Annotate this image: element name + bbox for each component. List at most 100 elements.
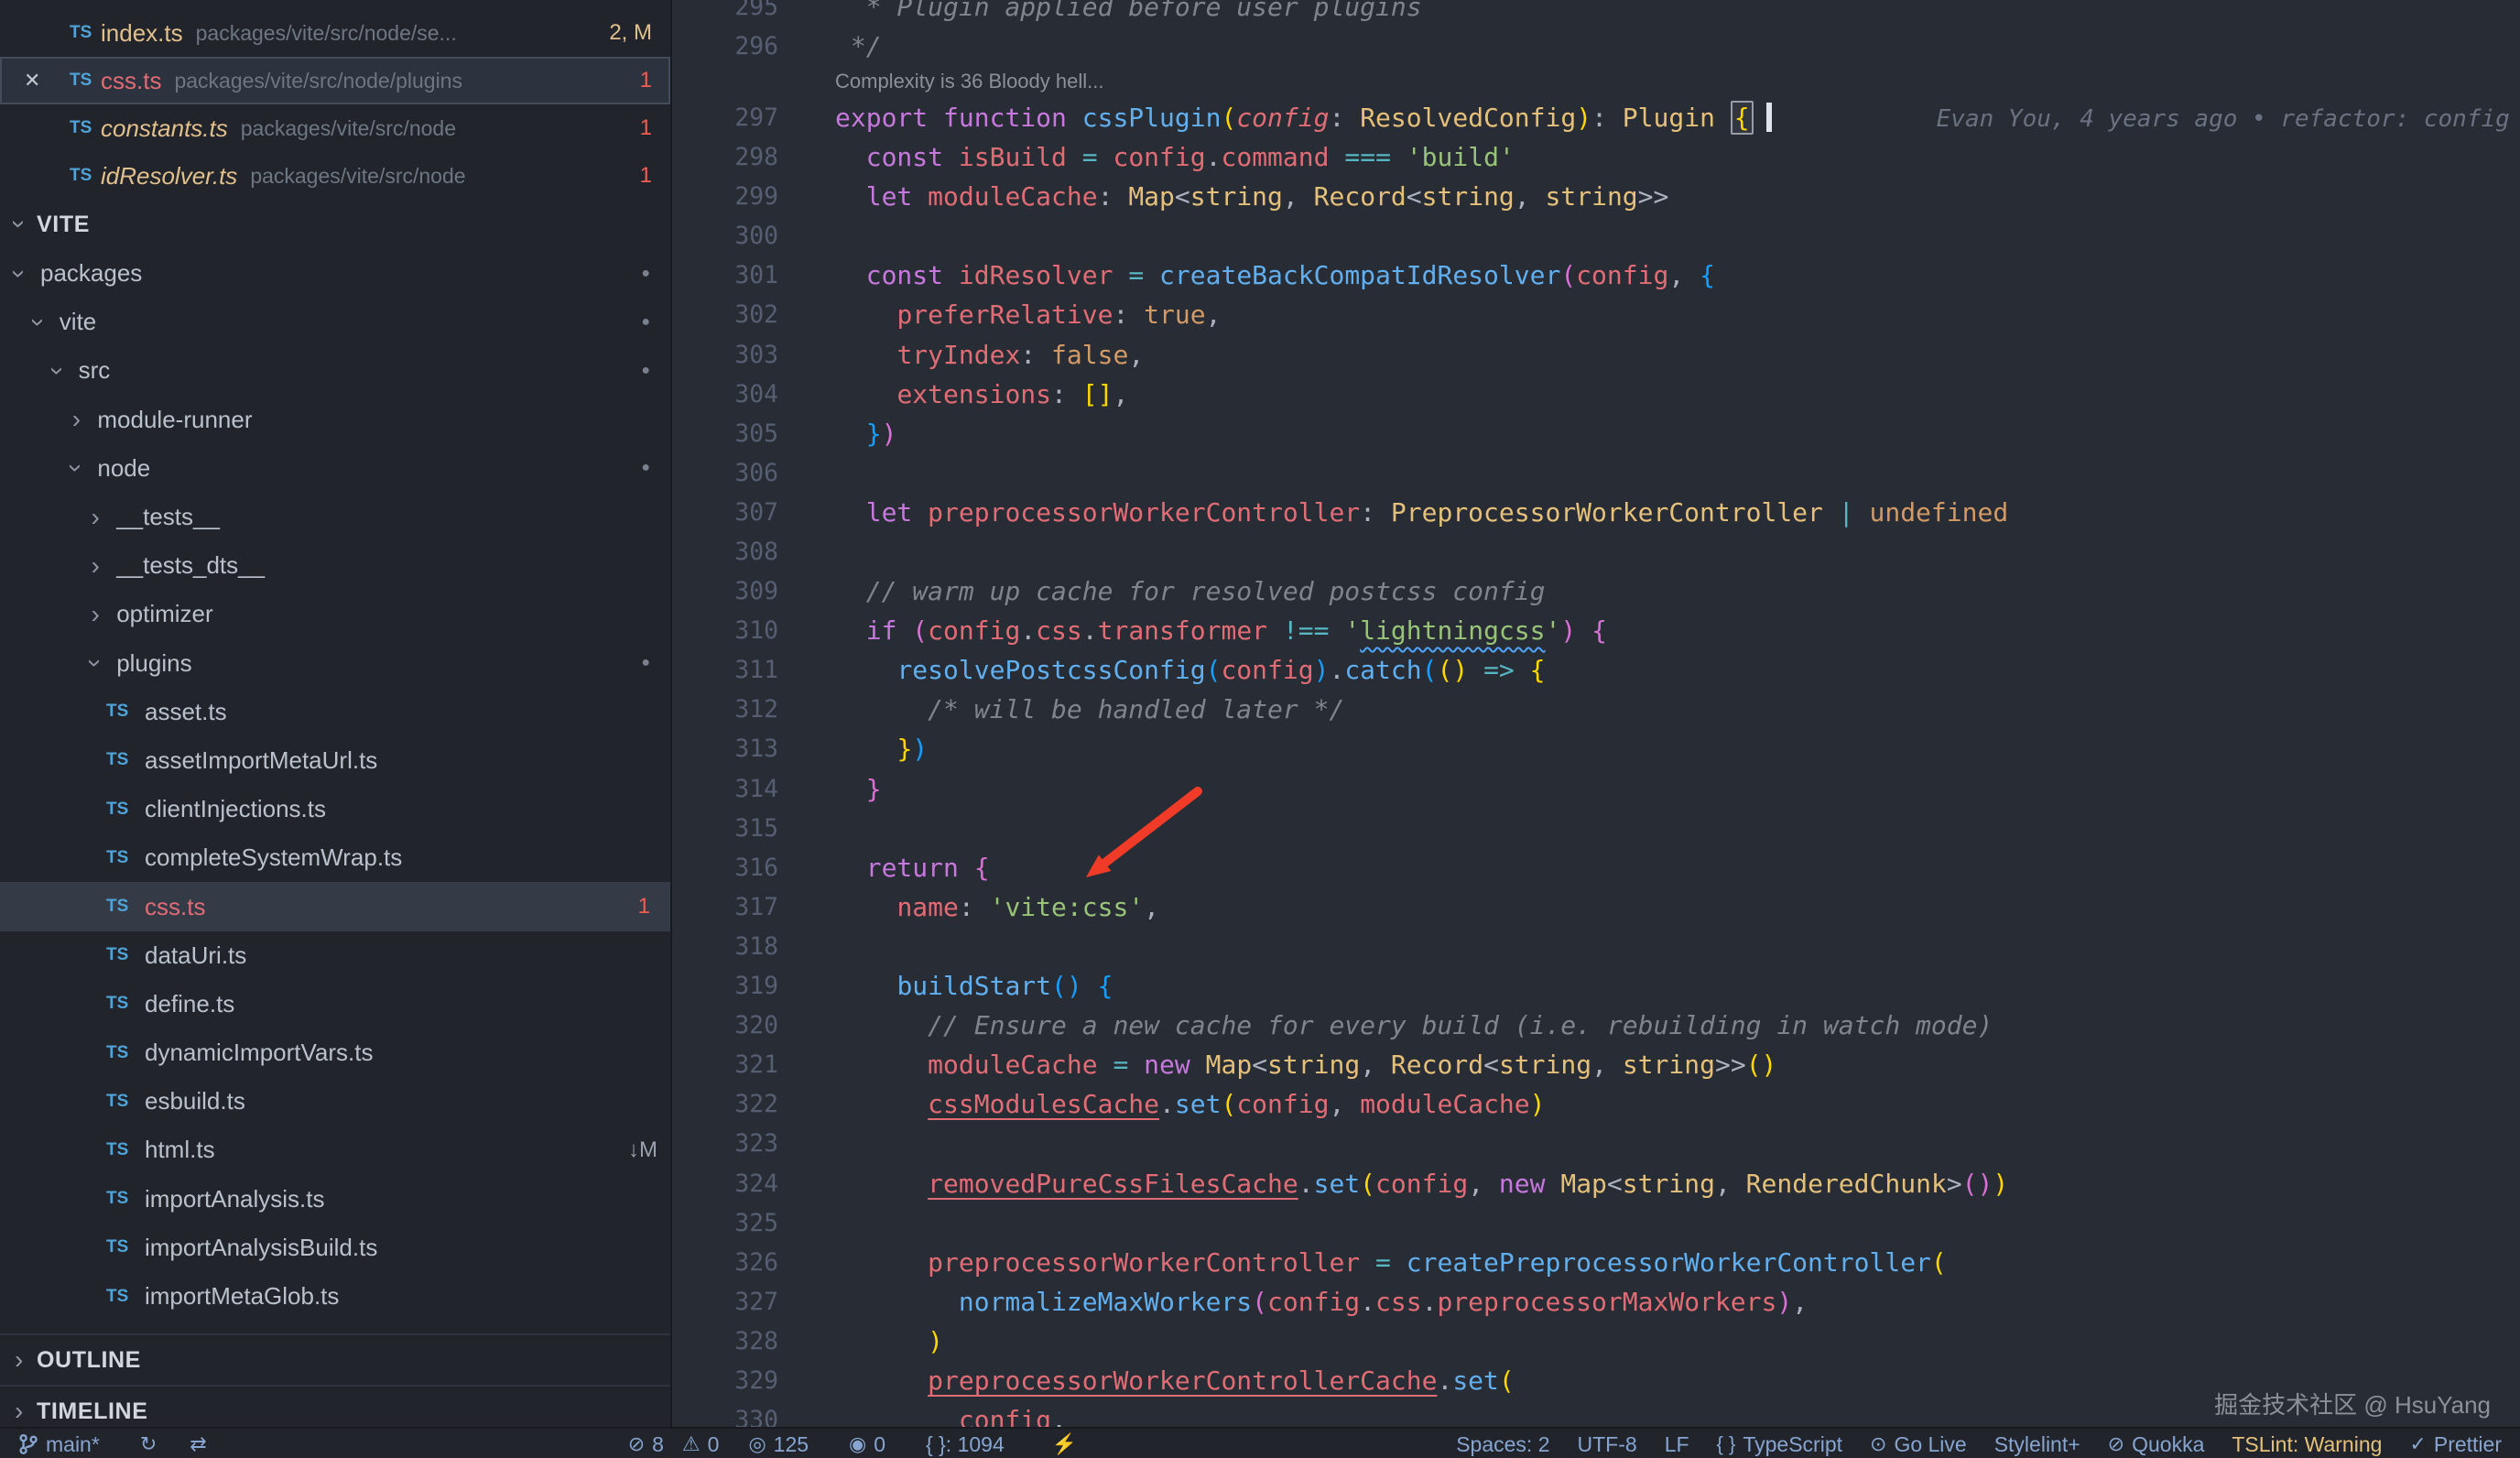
open-editor-item[interactable]: TSidResolver.tspackages/vite/src/node1 <box>0 152 670 200</box>
problems-badge: 1 <box>638 894 650 919</box>
code-line[interactable]: 313 }) <box>672 729 2520 768</box>
tree-folder-plugins[interactable]: ›plugins● <box>0 639 670 688</box>
tree-file-dynamicImportVars.ts[interactable]: TSdynamicImportVars.ts <box>0 1028 670 1077</box>
status-label: Spaces: 2 <box>1456 1432 1549 1457</box>
typescript-file-icon: TS <box>70 166 101 186</box>
status-0[interactable]: ◉0 <box>849 1432 885 1457</box>
status-go-live[interactable]: ⊙Go Live <box>1870 1432 1967 1457</box>
code-line[interactable]: 310 if (config.css.transformer !== 'ligh… <box>672 611 2520 650</box>
code-line[interactable]: 325 <box>672 1203 2520 1243</box>
code-text: const idResolver = createBackCompatIdRes… <box>835 256 2520 295</box>
tree-folder-__tests__[interactable]: ›__tests__ <box>0 493 670 541</box>
status-1094[interactable]: { }: 1094 <box>926 1432 1005 1457</box>
code-line[interactable]: 323 <box>672 1124 2520 1163</box>
tree-folder-optimizer[interactable]: ›optimizer <box>0 590 670 638</box>
tree-file-dataUri.ts[interactable]: TSdataUri.ts <box>0 931 670 980</box>
tree-item-label: define.ts <box>145 990 234 1018</box>
code-line[interactable]: 305 }) <box>672 414 2520 453</box>
line-number: 326 <box>672 1243 778 1282</box>
open-editor-item[interactable]: TSconstants.tspackages/vite/src/node1 <box>0 104 670 152</box>
tree-file-importAnalysis.ts[interactable]: TSimportAnalysis.ts <box>0 1175 670 1224</box>
status-typescript[interactable]: { }TypeScript <box>1717 1432 1842 1457</box>
tree-folder-src[interactable]: ›src● <box>0 346 670 395</box>
status-lf[interactable]: LF <box>1665 1432 1689 1457</box>
code-line[interactable]: 299 let moduleCache: Map<string, Record<… <box>672 177 2520 216</box>
tree-file-css.ts[interactable]: TScss.ts1 <box>0 882 670 930</box>
tree-file-completeSystemWrap.ts[interactable]: TScompleteSystemWrap.ts <box>0 833 670 882</box>
code-line[interactable]: 296 */ <box>672 27 2520 66</box>
code-line[interactable]: 324 removedPureCssFilesCache.set(config,… <box>672 1164 2520 1203</box>
tree-folder-node[interactable]: ›node● <box>0 444 670 493</box>
editor-pane[interactable]: 295 * Plugin applied before user plugins… <box>672 0 2520 1458</box>
tree-file-asset.ts[interactable]: TSasset.ts <box>0 688 670 736</box>
section-header-outline[interactable]: › OUTLINE <box>0 1333 670 1385</box>
line-number: 322 <box>672 1084 778 1124</box>
status-0[interactable]: ⚠0 <box>682 1432 720 1457</box>
tree-file-assetImportMetaUrl.ts[interactable]: TSassetImportMetaUrl.ts <box>0 736 670 785</box>
code-line[interactable]: 311 resolvePostcssConfig(config).catch((… <box>672 650 2520 690</box>
line-number: 304 <box>672 375 778 414</box>
code-line[interactable]: 306 <box>672 453 2520 493</box>
code-line[interactable]: 308 <box>672 532 2520 571</box>
code-line[interactable]: 327 normalizeMaxWorkers(config.css.prepr… <box>672 1282 2520 1322</box>
status-zap[interactable]: ⚡ <box>1052 1432 1077 1456</box>
code-line[interactable]: 302 preferRelative: true, <box>672 295 2520 334</box>
code-line[interactable]: 312 /* will be handled later */ <box>672 690 2520 729</box>
tree-file-importAnalysisBuild.ts[interactable]: TSimportAnalysisBuild.ts <box>0 1224 670 1272</box>
status-prettier[interactable]: ✓Prettier <box>2409 1432 2502 1457</box>
code-line[interactable]: 300 <box>672 216 2520 256</box>
typescript-file-icon: TS <box>106 897 136 917</box>
code-line[interactable]: 314 } <box>672 769 2520 809</box>
tree-folder-packages[interactable]: ›packages● <box>0 249 670 298</box>
code-line[interactable]: 326 preprocessorWorkerController = creat… <box>672 1243 2520 1282</box>
close-icon[interactable]: ✕ <box>24 69 40 92</box>
tree-file-esbuild.ts[interactable]: TSesbuild.ts <box>0 1077 670 1126</box>
code-text: let preprocessorWorkerController: Prepro… <box>835 493 2520 532</box>
code-line[interactable]: 316 return { <box>672 848 2520 887</box>
status-utf-8[interactable]: UTF-8 <box>1578 1432 1637 1457</box>
tree-folder-module-runner[interactable]: ›module-runner <box>0 396 670 444</box>
status-tslint-warning[interactable]: TSLint: Warning <box>2232 1432 2382 1457</box>
open-editor-item[interactable]: TSindex.tspackages/vite/src/node/se...2,… <box>0 9 670 57</box>
status-compare[interactable]: ⇄ <box>190 1432 206 1456</box>
tree-file-clientInjections.ts[interactable]: TSclientInjections.ts <box>0 785 670 833</box>
line-number: 309 <box>672 571 778 611</box>
code-line[interactable]: 321 moduleCache = new Map<string, Record… <box>672 1045 2520 1084</box>
code-line[interactable]: 295 * Plugin applied before user plugins <box>672 0 2520 27</box>
code-line[interactable]: 315 <box>672 809 2520 848</box>
tree-file-importMetaGlob.ts[interactable]: TSimportMetaGlob.ts <box>0 1272 670 1321</box>
code-line[interactable]: 297export function cssPlugin(config: Res… <box>672 98 2520 137</box>
code-line[interactable]: 301 const idResolver = createBackCompatI… <box>672 256 2520 295</box>
tree-file-define.ts[interactable]: TSdefine.ts <box>0 980 670 1028</box>
tree-item-label: optimizer <box>116 600 212 628</box>
code-line[interactable]: 309 // warm up cache for resolved postcs… <box>672 571 2520 611</box>
status-stylelint[interactable]: Stylelint+ <box>1994 1432 2080 1457</box>
status-125[interactable]: ◎125 <box>748 1432 809 1457</box>
tree-folder-__tests_dts__[interactable]: ›__tests_dts__ <box>0 541 670 590</box>
code-line[interactable]: 317 name: 'vite:css', <box>672 887 2520 927</box>
tree-file-html.ts[interactable]: TShtml.ts↓M <box>0 1126 670 1174</box>
code-line[interactable]: 304 extensions: [], <box>672 375 2520 414</box>
code-line[interactable]: 319 buildStart() { <box>672 966 2520 1006</box>
code-line[interactable]: 328 ) <box>672 1322 2520 1361</box>
section-title: VITE <box>37 212 90 238</box>
status-spaces-2[interactable]: Spaces: 2 <box>1456 1432 1549 1457</box>
code-line[interactable]: 298 const isBuild = config.command === '… <box>672 137 2520 177</box>
code-text: const isBuild = config.command === 'buil… <box>835 137 2520 177</box>
open-editor-item[interactable]: ✕TScss.tspackages/vite/src/node/plugins1 <box>0 57 670 104</box>
status-quokka[interactable]: ⊘Quokka <box>2108 1432 2205 1457</box>
code-line[interactable]: 320 // Ensure a new cache for every buil… <box>672 1006 2520 1045</box>
tree-item-label: completeSystemWrap.ts <box>145 843 402 872</box>
status-sync[interactable]: ↻ <box>140 1432 157 1456</box>
line-number: 295 <box>672 0 778 27</box>
code-line[interactable]: 318 <box>672 927 2520 966</box>
code-line[interactable]: 322 cssModulesCache.set(config, moduleCa… <box>672 1084 2520 1124</box>
status-main[interactable]: main* <box>18 1432 100 1457</box>
status-8[interactable]: ⊘8 <box>628 1432 664 1457</box>
codelens[interactable]: Complexity is 36 Bloody hell... <box>672 66 2520 98</box>
tree-folder-vite[interactable]: ›vite● <box>0 298 670 346</box>
code-line[interactable]: 307 let preprocessorWorkerController: Pr… <box>672 493 2520 532</box>
code-line[interactable]: 303 tryIndex: false, <box>672 335 2520 375</box>
section-header-timeline[interactable]: › TIMELINE <box>0 1385 670 1429</box>
section-header-vite[interactable]: › VITE <box>0 200 670 249</box>
